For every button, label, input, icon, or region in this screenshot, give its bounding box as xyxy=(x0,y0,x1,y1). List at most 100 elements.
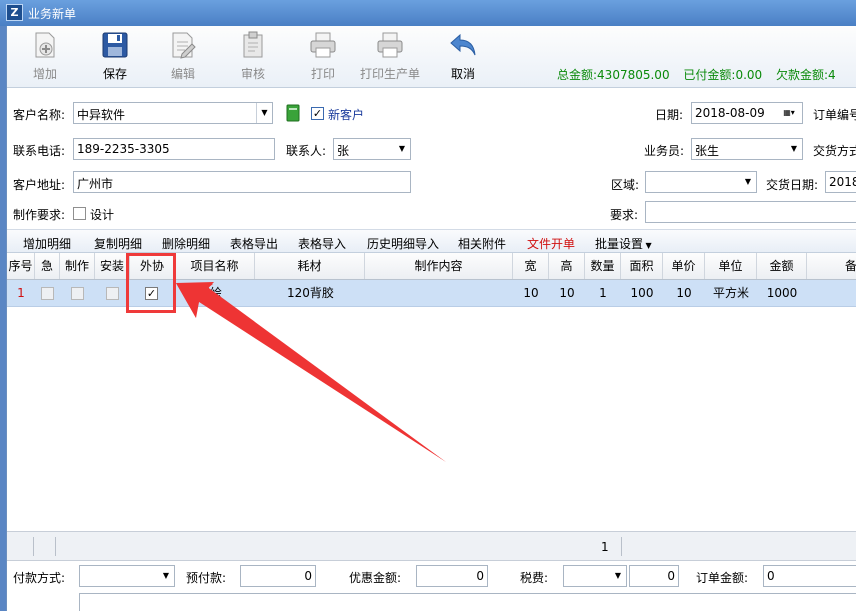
summary-divider xyxy=(55,537,56,556)
export-table-button[interactable]: 表格导出 xyxy=(230,235,278,252)
save-label: 保存 xyxy=(102,67,127,81)
col-remark[interactable]: 备 xyxy=(807,253,856,279)
new-customer-checkbox[interactable]: ✓ xyxy=(311,107,324,120)
cancel-button[interactable]: 取消 xyxy=(443,30,483,84)
import-table-button[interactable]: 表格导入 xyxy=(298,235,346,252)
pay-method-select[interactable]: ▼ xyxy=(79,565,175,587)
pay-method-label: 付款方式: xyxy=(13,571,66,585)
delete-detail-button[interactable]: 删除明细 xyxy=(162,235,210,252)
tax-type-select[interactable]: ▼ xyxy=(563,565,627,587)
print-button[interactable]: 打印 xyxy=(303,30,343,84)
delivery-date-input[interactable]: 2018 xyxy=(825,171,856,193)
col-item[interactable]: 项目名称 xyxy=(175,253,255,279)
cell-area: 100 xyxy=(630,286,654,300)
add-detail-button[interactable]: 增加明细 xyxy=(23,235,71,252)
col-seq[interactable]: 序号 xyxy=(7,253,35,279)
install-checkbox[interactable] xyxy=(106,287,119,300)
memo-input[interactable] xyxy=(79,593,856,611)
copy-detail-button[interactable]: 复制明细 xyxy=(94,235,142,252)
prepaid-input[interactable]: 0 xyxy=(240,565,316,587)
contact-value: 张 xyxy=(337,144,350,158)
edit-document-icon xyxy=(172,32,196,59)
make-requirement-label: 制作要求: xyxy=(13,208,66,222)
make-checkbox[interactable] xyxy=(71,287,84,300)
attachments-button[interactable]: 相关附件 xyxy=(458,235,506,252)
new-customer-label: 新客户 xyxy=(328,108,365,122)
save-button[interactable]: 保存 xyxy=(95,30,135,84)
edit-button[interactable]: 编辑 xyxy=(163,30,203,84)
col-make[interactable]: 制作 xyxy=(60,253,95,279)
prepaid-label: 预付款: xyxy=(186,571,227,585)
col-height[interactable]: 高 xyxy=(549,253,585,279)
salesman-select[interactable]: 张生 ▼ xyxy=(691,138,803,160)
col-price[interactable]: 单价 xyxy=(663,253,705,279)
col-material[interactable]: 耗材 xyxy=(255,253,365,279)
col-width[interactable]: 宽 xyxy=(513,253,549,279)
business-order-window: 增加 保存 编辑 审核 打印 打印生产单 取消 总金额:4307805.00 已… xyxy=(6,26,856,611)
chevron-down-icon: ▼ xyxy=(614,571,622,580)
urgent-checkbox[interactable] xyxy=(41,287,54,300)
floppy-disk-icon xyxy=(102,32,128,58)
address-input[interactable]: 广州市 xyxy=(73,171,411,193)
file-order-button[interactable]: 文件开单 xyxy=(527,235,575,252)
dropdown-caret-icon: ▼ xyxy=(643,241,652,250)
discount-input[interactable]: 0 xyxy=(416,565,488,587)
cell-qty: 1 xyxy=(599,286,607,300)
contact-label: 联系人: xyxy=(286,144,327,158)
salesman-label: 业务员: xyxy=(644,144,685,158)
discount-label: 优惠金额: xyxy=(349,571,402,585)
customer-name-label: 客户名称: xyxy=(13,108,66,122)
total-amount: 总金额:4307805.00 xyxy=(557,68,670,82)
book-icon[interactable] xyxy=(285,104,301,122)
printer-icon xyxy=(377,32,403,58)
cell-price: 10 xyxy=(676,286,692,300)
batch-settings-label: 批量设置 xyxy=(595,237,644,251)
address-label: 客户地址: xyxy=(13,178,66,192)
cell-height: 10 xyxy=(559,286,575,300)
add-label: 增加 xyxy=(32,67,57,81)
col-area[interactable]: 面积 xyxy=(621,253,663,279)
highlight-box xyxy=(126,253,176,313)
col-content[interactable]: 制作内容 xyxy=(365,253,513,279)
order-no-label: 订单编号 xyxy=(813,108,856,122)
col-amount[interactable]: 金额 xyxy=(757,253,807,279)
date-picker[interactable]: 2018-08-09 ▦▾ xyxy=(691,102,803,124)
phone-input[interactable]: 189-2235-3305 xyxy=(73,138,275,160)
chevron-down-icon: ▼ xyxy=(398,144,406,153)
requirement-label: 要求: xyxy=(610,208,639,222)
requirement-input[interactable] xyxy=(645,201,856,223)
totals-summary: 总金额:4307805.00 已付金额:0.00 欠款金额:4 xyxy=(557,66,846,83)
col-unit[interactable]: 单位 xyxy=(705,253,757,279)
cell-amount: 1000 xyxy=(766,286,798,300)
col-urgent[interactable]: 急 xyxy=(35,253,60,279)
phone-label: 联系电话: xyxy=(13,144,66,158)
print-production-button[interactable]: 打印生产单 xyxy=(359,30,421,84)
col-install[interactable]: 安装 xyxy=(95,253,130,279)
tax-input[interactable]: 0 xyxy=(629,565,679,587)
cell-item: 喷绘 xyxy=(198,286,223,300)
detail-toolbar: 增加明细 复制明细 删除明细 表格导出 表格导入 历史明细导入 相关附件 文件开… xyxy=(7,229,856,253)
cell-unit: 平方米 xyxy=(712,286,749,300)
customer-name-select[interactable]: 中异软件 ▼ xyxy=(73,102,273,124)
add-document-icon xyxy=(35,32,55,58)
add-button[interactable]: 增加 xyxy=(25,30,65,84)
col-qty[interactable]: 数量 xyxy=(585,253,621,279)
date-label: 日期: xyxy=(655,108,684,122)
design-checkbox[interactable] xyxy=(73,207,86,220)
order-amount-label: 订单金额: xyxy=(696,571,749,585)
review-button[interactable]: 审核 xyxy=(233,30,273,84)
salesman-value: 张生 xyxy=(695,144,720,158)
order-amount-input[interactable]: 0 xyxy=(763,565,856,587)
edit-label: 编辑 xyxy=(170,67,195,81)
chevron-down-icon: ▼ xyxy=(744,177,752,186)
contact-select[interactable]: 张 ▼ xyxy=(333,138,411,160)
clipboard-icon xyxy=(243,31,263,58)
printer-icon xyxy=(310,32,336,58)
summary-divider xyxy=(621,537,622,556)
summary-qty: 1 xyxy=(601,540,609,554)
owed-amount: 欠款金额:4 xyxy=(776,68,836,82)
batch-settings-button[interactable]: 批量设置 ▼ xyxy=(595,235,652,252)
payment-footer: 付款方式: ▼ 预付款: 0 优惠金额: 0 税费: ▼ 0 订单金额: 0 xyxy=(7,561,856,611)
region-select[interactable]: ▼ xyxy=(645,171,757,193)
import-history-button[interactable]: 历史明细导入 xyxy=(367,235,439,252)
